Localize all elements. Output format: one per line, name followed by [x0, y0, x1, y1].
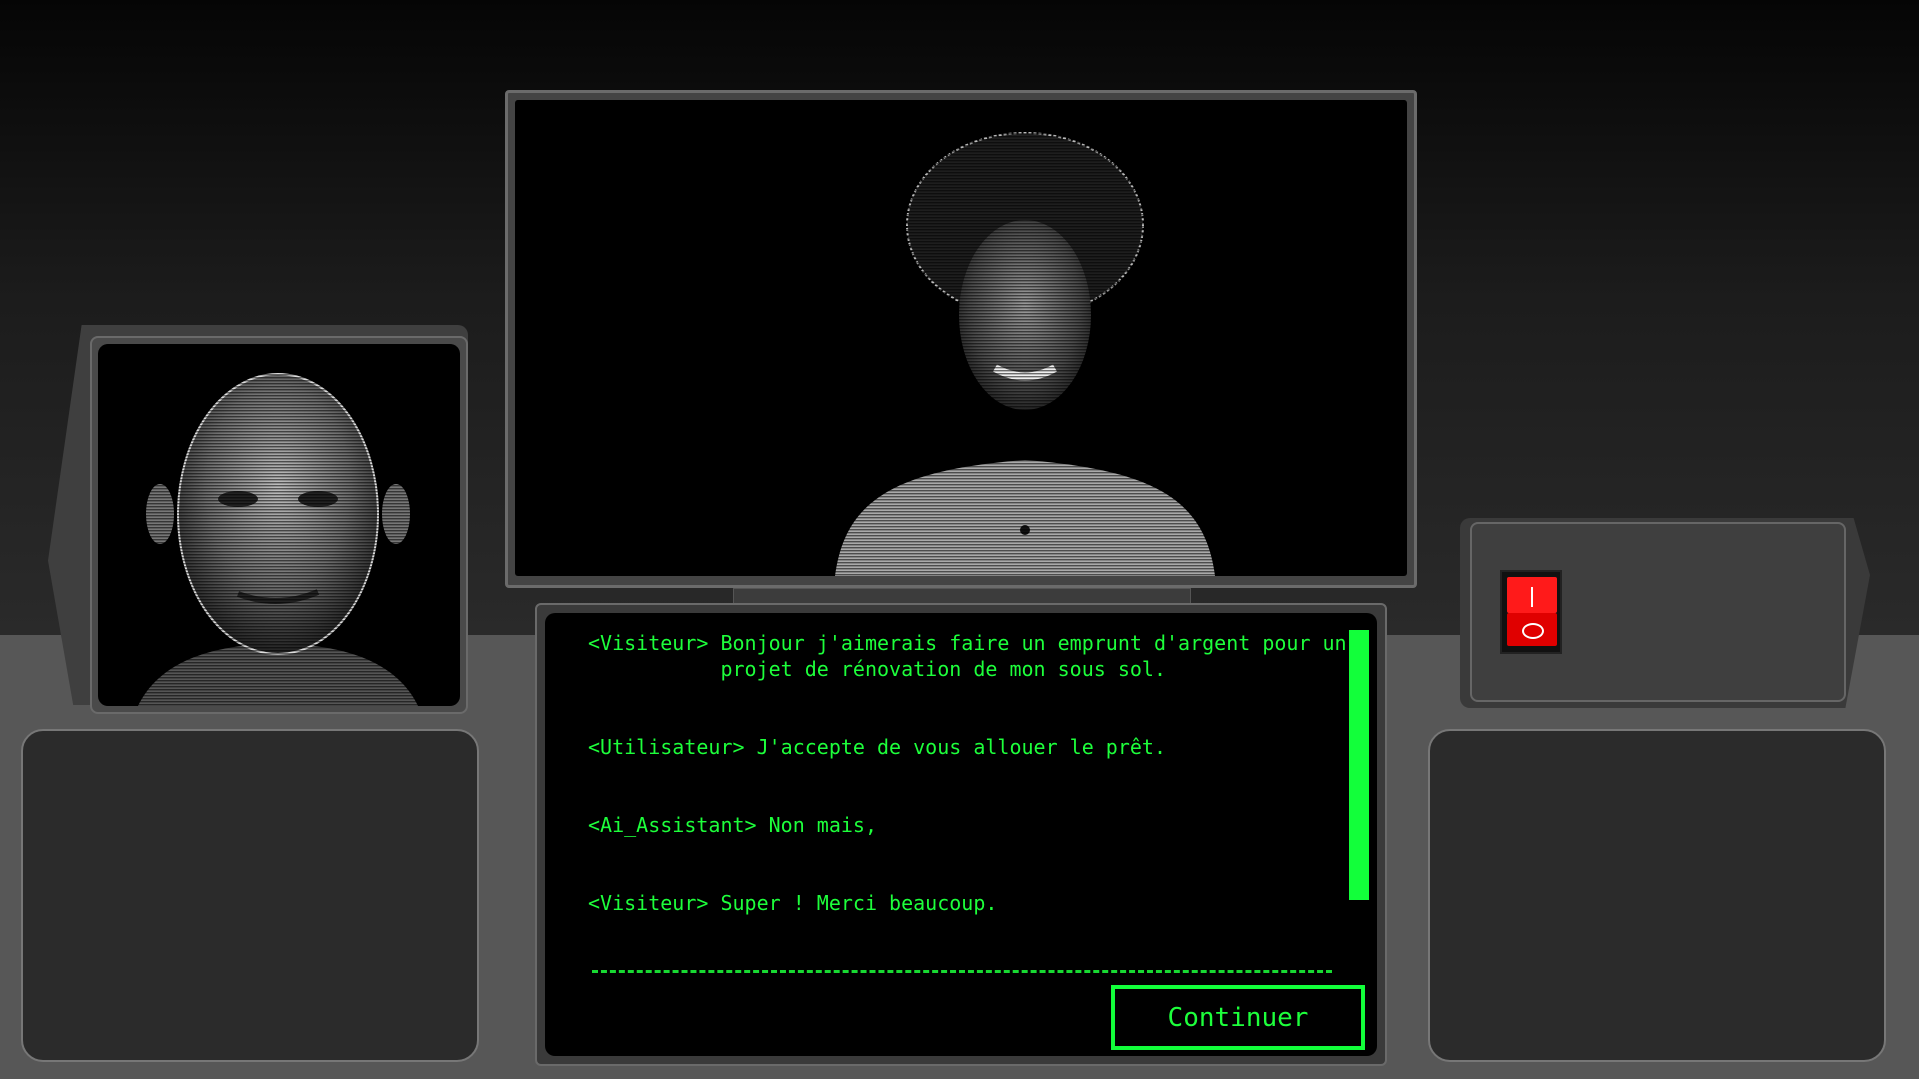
message-text: Non mais,	[768, 813, 877, 837]
dialogue-scrollbar[interactable]	[1349, 630, 1369, 900]
dialogue-message: <Ai_Assistant> Non mais,	[588, 812, 1348, 838]
visitor-image	[515, 100, 1407, 576]
off-symbol-icon	[1522, 623, 1544, 639]
continue-button[interactable]: Continuer	[1111, 985, 1365, 1050]
dialogue-message: <Visiteur> Bonjour j'aimerais faire un e…	[588, 630, 1348, 682]
player-portrait-image	[98, 344, 460, 706]
visitor-screen	[515, 100, 1407, 576]
player-portrait-screen	[98, 344, 460, 706]
message-text: Bonjour j'aimerais faire un emprunt d'ar…	[720, 631, 1347, 681]
on-symbol-icon	[1531, 587, 1533, 607]
power-off-half[interactable]	[1507, 613, 1557, 646]
message-text: J'accepte de vous allouer le prêt.	[756, 735, 1166, 759]
message-speaker: <Visiteur>	[588, 891, 709, 915]
right-desk-panel	[1428, 729, 1886, 1062]
dialogue-log: <Visiteur> Bonjour j'aimerais faire un e…	[588, 630, 1348, 975]
dialogue-message: <Utilisateur> J'accepte de vous allouer …	[588, 734, 1348, 760]
left-desk-panel	[21, 729, 479, 1062]
message-text: Super ! Merci beaucoup.	[720, 891, 998, 915]
truncated-text-line	[592, 970, 1332, 973]
message-speaker: <Ai_Assistant>	[588, 813, 757, 837]
power-switch[interactable]	[1500, 570, 1562, 654]
message-speaker: <Utilisateur>	[588, 735, 745, 759]
message-speaker: <Visiteur>	[588, 631, 709, 655]
power-on-half[interactable]	[1507, 577, 1557, 613]
dialogue-message: <Visiteur> Super ! Merci beaucoup.	[588, 890, 1348, 916]
